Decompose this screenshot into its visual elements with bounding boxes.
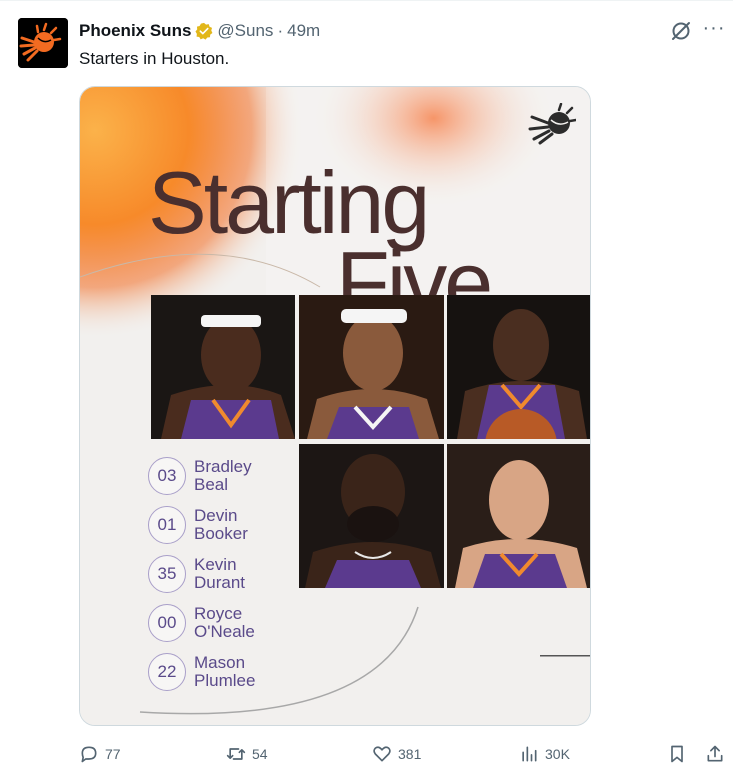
jersey-number: 22	[148, 653, 186, 691]
post-media[interactable]: Starting Five 03 Bradley Beal 01 Devin B…	[79, 86, 591, 726]
share-button[interactable]	[705, 740, 725, 768]
roster-item: 03 Bradley Beal	[148, 457, 298, 497]
suns-logo-icon	[526, 102, 578, 145]
post-header: Phoenix Suns @Suns · 49m	[79, 20, 320, 42]
player-first-name: Kevin	[194, 555, 237, 574]
player-photo-booker	[299, 295, 444, 439]
share-icon	[707, 745, 723, 762]
player-photo-durant	[447, 295, 590, 439]
separator-dot: ·	[277, 21, 284, 40]
player-last-name: Durant	[194, 573, 246, 592]
player-name: Devin Booker	[194, 507, 248, 543]
grok-icon[interactable]	[670, 20, 692, 42]
player-last-name: Plumlee	[194, 671, 256, 690]
jersey-number: 35	[148, 555, 186, 593]
timestamp[interactable]: 49m	[287, 21, 320, 41]
player-name: Bradley Beal	[194, 458, 252, 494]
views-chart-icon	[522, 746, 537, 762]
top-divider	[0, 0, 733, 1]
player-photo-beal	[151, 295, 295, 439]
jersey-number: 01	[148, 506, 186, 544]
player-photo-plumlee	[447, 444, 590, 588]
like-button[interactable]: 381	[372, 740, 421, 768]
bookmark-icon	[671, 745, 683, 763]
post-text: Starters in Houston.	[79, 49, 230, 68]
roster-item: 01 Devin Booker	[148, 506, 298, 546]
heart-icon	[373, 746, 391, 762]
handle[interactable]: @Suns	[217, 21, 273, 41]
like-count: 381	[398, 746, 422, 762]
roster-item: 35 Kevin Durant	[148, 555, 298, 595]
repost-icon	[226, 748, 246, 760]
views-count: 30K	[545, 746, 570, 762]
repost-button[interactable]: 54	[226, 740, 268, 768]
player-first-name: Mason	[194, 653, 246, 672]
player-first-name: Royce	[194, 604, 243, 623]
player-first-name: Devin	[194, 506, 238, 525]
display-name[interactable]: Phoenix Suns	[79, 21, 191, 41]
roster-item: 22 Mason Plumlee	[148, 653, 298, 693]
player-photo-oneale	[299, 444, 444, 588]
player-last-name: O'Neale	[194, 622, 255, 641]
jersey-number: 03	[148, 457, 186, 495]
post-actions: 77 54 381 30K	[79, 740, 729, 768]
reply-icon	[81, 746, 97, 763]
jersey-number: 00	[148, 604, 186, 642]
bookmark-button[interactable]	[667, 740, 687, 768]
player-name: Royce O'Neale	[194, 605, 255, 641]
roster-item: 00 Royce O'Neale	[148, 604, 298, 644]
views-button[interactable]: 30K	[519, 740, 570, 768]
avatar[interactable]	[18, 18, 68, 68]
player-first-name: Bradley	[194, 457, 252, 476]
player-last-name: Beal	[194, 475, 229, 494]
more-options-icon[interactable]: ···	[700, 18, 728, 42]
player-name: Mason Plumlee	[194, 654, 255, 690]
verified-badge-icon	[195, 22, 213, 40]
reply-count: 77	[105, 746, 121, 762]
player-name: Kevin Durant	[194, 556, 245, 592]
repost-count: 54	[252, 746, 268, 762]
player-last-name: Booker	[194, 524, 248, 543]
reply-button[interactable]: 77	[79, 740, 121, 768]
